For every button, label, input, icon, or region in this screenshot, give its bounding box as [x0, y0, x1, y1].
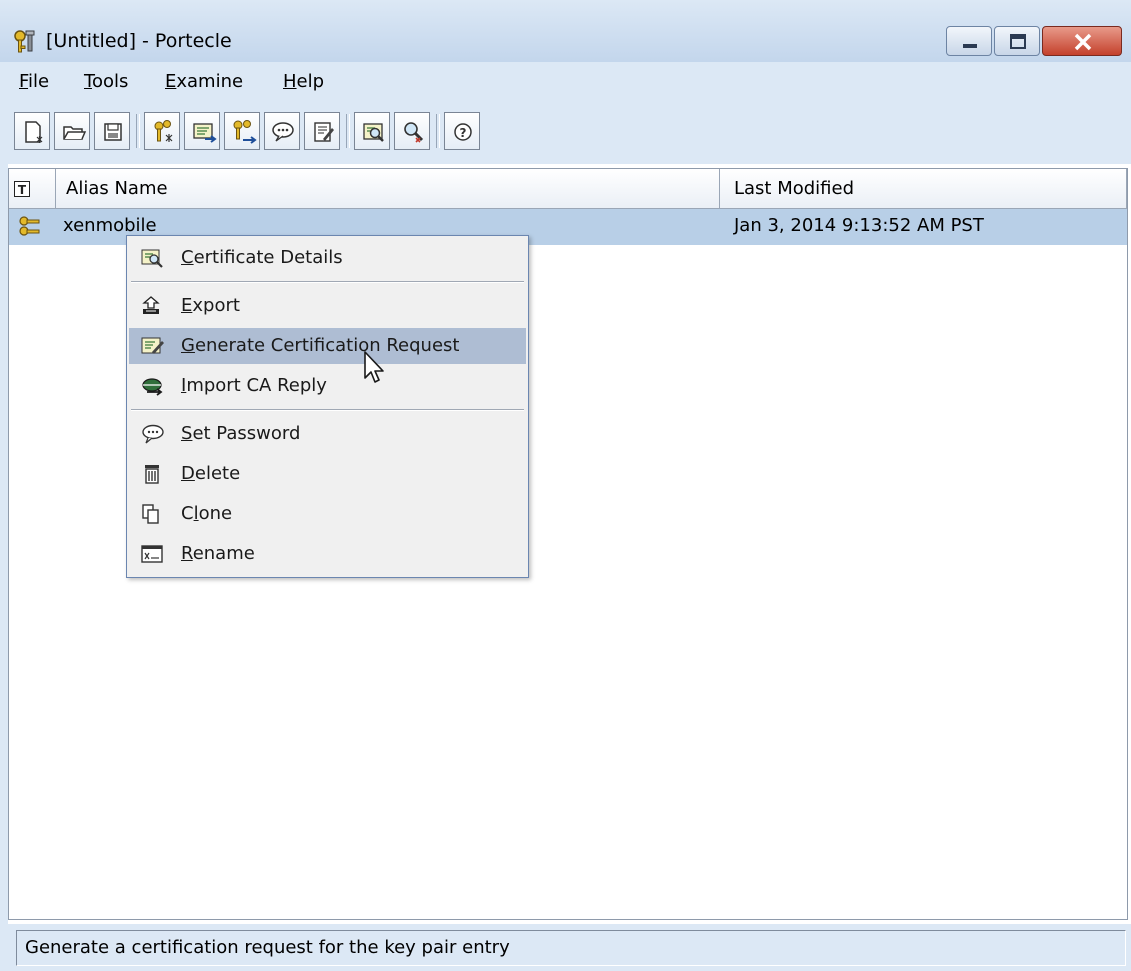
set-keystore-password-icon [272, 122, 294, 142]
clone-icon [142, 504, 159, 524]
import-trusted-certificate-button[interactable] [184, 112, 220, 150]
menu-item-generate-certification-request[interactable]: Generate Certification Request [129, 328, 526, 364]
svg-text:T: T [18, 183, 27, 197]
set-keystore-password-button[interactable] [264, 112, 300, 150]
menu-separator [131, 409, 524, 411]
menu-separator [131, 281, 524, 283]
generate-key-pair-icon [154, 120, 173, 142]
entry-context-menu: Certificate Details Export Generate Cert… [126, 235, 529, 578]
generate-csr-icon [141, 337, 164, 354]
window-left-edge [0, 102, 8, 924]
entry-last-modified: Jan 3, 2014 9:13:52 AM PST [734, 215, 984, 236]
keystore-report-button[interactable] [304, 112, 340, 150]
import-ca-reply-icon [142, 378, 163, 396]
column-header-type[interactable]: T [9, 169, 56, 209]
window-title: [Untitled] - Portecle [46, 30, 232, 52]
toolbar-separator [346, 114, 350, 148]
maximize-icon [1010, 34, 1026, 49]
close-button[interactable] [1042, 26, 1122, 56]
examine-crl-icon [404, 122, 424, 143]
menu-file[interactable]: File [19, 71, 49, 92]
close-icon [1074, 33, 1092, 51]
menu-item-certificate-details[interactable]: Certificate Details [129, 240, 526, 276]
set-password-icon [142, 424, 164, 444]
maximize-button[interactable] [994, 26, 1040, 56]
rename-icon [141, 545, 163, 563]
menu-item-export[interactable]: Export [129, 288, 526, 324]
mouse-pointer-icon [364, 351, 384, 383]
import-key-pair-icon [233, 120, 257, 144]
examine-certificate-button[interactable] [354, 112, 390, 150]
portecle-app-icon [14, 30, 35, 53]
help-icon: ? [454, 123, 472, 141]
svg-text:?: ? [460, 126, 467, 140]
status-bar: Generate a certification request for the… [0, 924, 1131, 971]
menu-bar: File Tools Examine Help [0, 62, 1131, 102]
examine-crl-button[interactable] [394, 112, 430, 150]
export-icon [142, 296, 160, 314]
menu-item-import-ca-reply[interactable]: Import CA Reply [129, 368, 526, 404]
column-header-alias[interactable]: Alias Name [56, 169, 720, 209]
menu-tools[interactable]: Tools [84, 71, 128, 92]
column-header-last-modified[interactable]: Last Modified [720, 169, 1127, 209]
examine-certificate-icon [363, 123, 384, 142]
menu-help[interactable]: Help [283, 71, 324, 92]
title-bar: [Untitled] - Portecle [0, 0, 1131, 62]
import-trusted-certificate-icon [193, 123, 217, 143]
status-text: Generate a certification request for the… [16, 930, 1126, 966]
import-key-pair-button[interactable] [224, 112, 260, 150]
toolbar-separator [436, 114, 440, 148]
toolbar-separator [136, 114, 140, 148]
menu-item-delete[interactable]: Delete [129, 456, 526, 492]
new-keystore-button[interactable] [14, 112, 50, 150]
help-button[interactable]: ? [444, 112, 480, 150]
open-keystore-button[interactable] [54, 112, 90, 150]
minimize-icon [963, 44, 977, 48]
delete-icon [145, 465, 159, 484]
menu-item-clone[interactable]: Clone [129, 496, 526, 532]
certificate-details-icon [141, 249, 163, 268]
toolbar: ? [0, 102, 1131, 164]
key-pair-icon [19, 216, 40, 236]
entry-type-icon: T [14, 181, 30, 197]
save-keystore-button[interactable] [94, 112, 130, 150]
new-keystore-icon [25, 121, 43, 143]
open-keystore-icon [63, 126, 87, 140]
entry-alias: xenmobile [63, 215, 157, 236]
menu-examine[interactable]: Examine [165, 71, 243, 92]
minimize-button[interactable] [946, 26, 992, 56]
menu-item-rename[interactable]: Rename [129, 536, 526, 572]
generate-key-pair-button[interactable] [144, 112, 180, 150]
keystore-report-icon [314, 122, 334, 142]
save-keystore-icon [104, 123, 122, 141]
menu-item-set-password[interactable]: Set Password [129, 416, 526, 452]
